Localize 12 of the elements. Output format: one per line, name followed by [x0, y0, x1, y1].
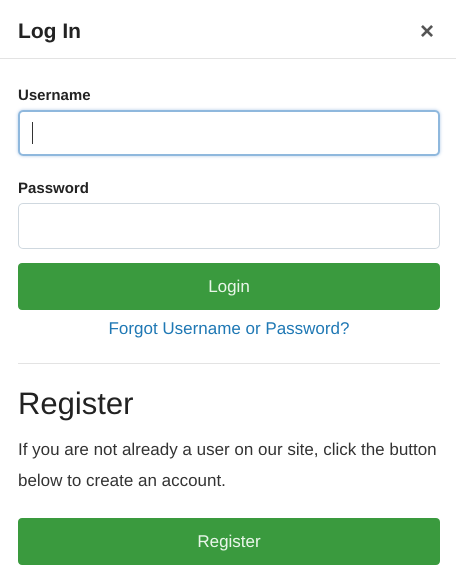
input-field[interactable]	[18, 203, 440, 249]
field-label: Password	[18, 180, 90, 197]
field-label: Username	[18, 87, 92, 104]
register-text: If you are not already a user on our site, click the button below to create an account.	[18, 439, 438, 492]
login-button[interactable]: Login	[18, 263, 440, 310]
close-button[interactable]: ×	[416, 20, 438, 44]
text-cursor	[32, 122, 33, 144]
register-button[interactable]: Register	[18, 518, 440, 565]
forgot-link[interactable]: Forgot Username or Password?	[108, 319, 350, 339]
dialog-title: Log In	[18, 20, 81, 44]
input-field[interactable]	[18, 110, 440, 156]
register-heading: Register	[18, 386, 134, 422]
